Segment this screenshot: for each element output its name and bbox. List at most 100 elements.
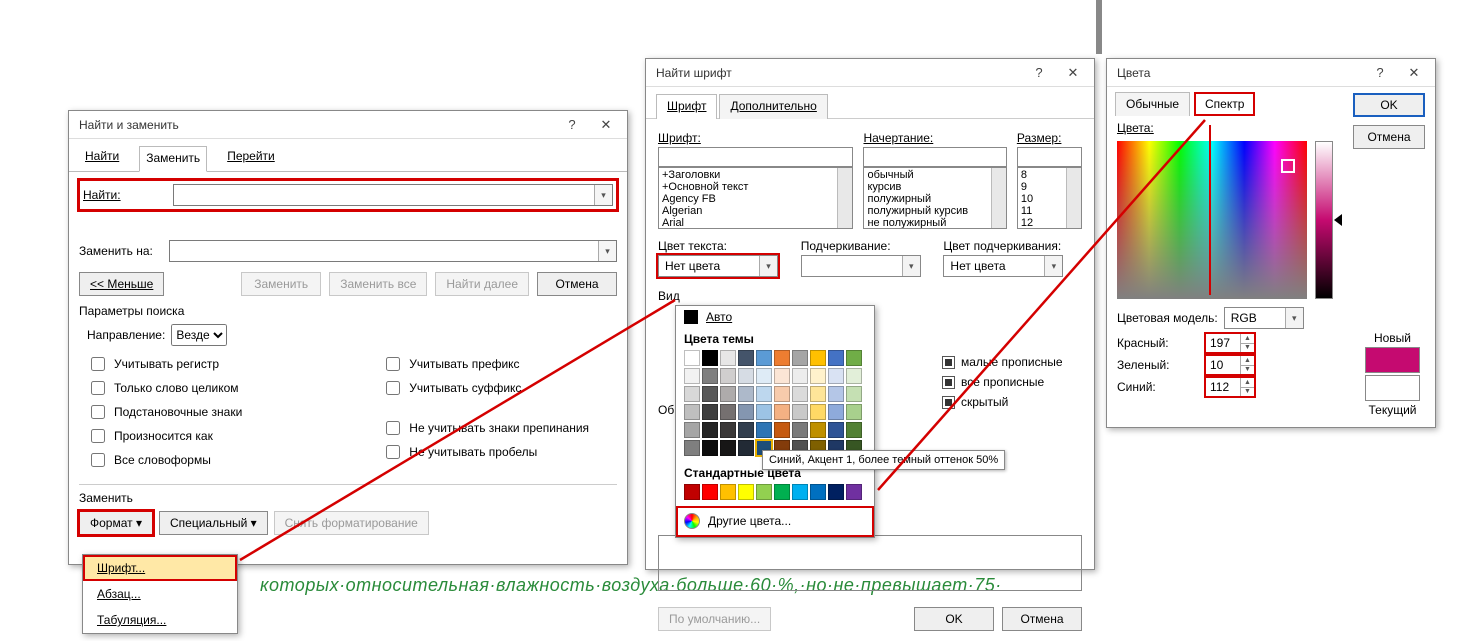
menu-item-paragraph[interactable]: Абзац... — [83, 581, 237, 607]
textcolor-select[interactable]: Нет цвета ▾ — [658, 255, 778, 277]
tab-normal[interactable]: Обычные — [1115, 92, 1190, 116]
menu-item-tab[interactable]: Табуляция... — [83, 607, 237, 633]
blue-input[interactable]: 112▲▼ — [1205, 377, 1255, 397]
auto-color-row[interactable]: Авто — [676, 306, 874, 328]
color-swatch[interactable] — [738, 404, 754, 420]
chevron-down-icon[interactable]: ▾ — [902, 256, 920, 276]
color-swatch[interactable] — [756, 350, 772, 366]
find-next-button[interactable]: Найти далее — [435, 272, 529, 296]
color-swatch[interactable] — [792, 368, 808, 384]
color-swatch[interactable] — [792, 404, 808, 420]
chk-allcaps[interactable]: все прописные — [942, 375, 1044, 389]
spectrum-cursor[interactable] — [1281, 159, 1295, 173]
color-swatch[interactable] — [738, 422, 754, 438]
color-swatch[interactable] — [828, 484, 844, 500]
color-swatch[interactable] — [720, 440, 736, 456]
color-swatch[interactable] — [828, 422, 844, 438]
cancel-button[interactable]: Отмена — [1002, 607, 1082, 631]
close-icon[interactable]: ✕ — [1397, 62, 1431, 84]
chk-forms[interactable]: Все словоформы — [87, 450, 242, 470]
replace-button[interactable]: Заменить — [241, 272, 321, 296]
font-list[interactable]: +Заголовки+Основной текстAgency FBAlgeri… — [658, 167, 853, 229]
color-swatch[interactable] — [702, 368, 718, 384]
color-swatch[interactable] — [792, 350, 808, 366]
tab-advanced[interactable]: Дополнительно — [719, 94, 827, 119]
color-swatch[interactable] — [720, 404, 736, 420]
default-button[interactable]: По умолчанию... — [658, 607, 771, 631]
help-icon[interactable]: ? — [1022, 62, 1056, 84]
color-swatch[interactable] — [774, 484, 790, 500]
tab-replace[interactable]: Заменить — [139, 146, 207, 172]
cancel-button[interactable]: Отмена — [1353, 125, 1425, 149]
color-swatch[interactable] — [828, 368, 844, 384]
find-input[interactable]: ▾ — [173, 184, 613, 206]
chk-space[interactable]: Не учитывать пробелы — [382, 442, 589, 462]
chevron-down-icon[interactable]: ▾ — [1044, 256, 1062, 276]
color-swatch[interactable] — [720, 350, 736, 366]
color-swatch[interactable] — [720, 386, 736, 402]
color-swatch[interactable] — [774, 386, 790, 402]
color-swatch[interactable] — [774, 422, 790, 438]
color-swatch[interactable] — [702, 386, 718, 402]
color-swatch[interactable] — [702, 440, 718, 456]
color-swatch[interactable] — [828, 350, 844, 366]
special-button[interactable]: Специальный ▾ — [159, 511, 268, 535]
color-swatch[interactable] — [774, 368, 790, 384]
color-swatch[interactable] — [756, 386, 772, 402]
size-input[interactable] — [1017, 147, 1082, 167]
color-swatch[interactable] — [738, 350, 754, 366]
ok-button[interactable]: OK — [914, 607, 994, 631]
color-swatch[interactable] — [828, 386, 844, 402]
direction-select[interactable]: Везде — [171, 324, 227, 346]
chevron-down-icon[interactable]: ▾ — [759, 256, 777, 276]
color-swatch[interactable] — [810, 404, 826, 420]
green-input[interactable]: 10▲▼ — [1205, 355, 1255, 375]
size-list[interactable]: 89101112 — [1017, 167, 1082, 229]
color-swatch[interactable] — [684, 386, 700, 402]
color-swatch[interactable] — [702, 350, 718, 366]
help-icon[interactable]: ? — [1363, 62, 1397, 84]
color-swatch[interactable] — [846, 368, 862, 384]
chk-whole[interactable]: Только слово целиком — [87, 378, 242, 398]
model-select[interactable]: RGB ▾ — [1224, 307, 1304, 329]
color-swatch[interactable] — [810, 350, 826, 366]
color-swatch[interactable] — [684, 368, 700, 384]
color-swatch[interactable] — [810, 386, 826, 402]
color-swatch[interactable] — [720, 422, 736, 438]
color-swatch[interactable] — [702, 422, 718, 438]
color-swatch[interactable] — [828, 404, 844, 420]
close-icon[interactable]: ✕ — [589, 114, 623, 136]
close-icon[interactable]: ✕ — [1056, 62, 1090, 84]
color-swatch[interactable] — [684, 484, 700, 500]
replace-all-button[interactable]: Заменить все — [329, 272, 427, 296]
value-pointer-icon[interactable] — [1334, 214, 1342, 226]
color-swatch[interactable] — [846, 350, 862, 366]
clear-format-button[interactable]: Снять форматирование — [274, 511, 429, 535]
chk-wildcard[interactable]: Подстановочные знаки — [87, 402, 242, 422]
ok-button[interactable]: OK — [1353, 93, 1425, 117]
color-swatch[interactable] — [684, 422, 700, 438]
color-swatch[interactable] — [684, 404, 700, 420]
replace-input[interactable]: ▾ — [169, 240, 617, 262]
color-swatch[interactable] — [756, 404, 772, 420]
chk-case[interactable]: Учитывать регистр — [87, 354, 242, 374]
style-input[interactable] — [863, 147, 1006, 167]
ulcolor-select[interactable]: Нет цвета ▾ — [943, 255, 1063, 277]
color-swatch[interactable] — [792, 422, 808, 438]
color-swatch[interactable] — [792, 484, 808, 500]
tab-goto[interactable]: Перейти — [221, 145, 281, 171]
color-swatch[interactable] — [720, 484, 736, 500]
tab-find[interactable]: Найти — [79, 145, 125, 171]
color-swatch[interactable] — [738, 440, 754, 456]
color-swatch[interactable] — [738, 386, 754, 402]
color-swatch[interactable] — [756, 422, 772, 438]
color-swatch[interactable] — [738, 368, 754, 384]
color-swatch[interactable] — [720, 368, 736, 384]
red-input[interactable]: 197▲▼ — [1205, 333, 1255, 353]
chevron-down-icon[interactable]: ▾ — [598, 241, 616, 261]
value-slider[interactable] — [1315, 141, 1333, 299]
color-swatch[interactable] — [846, 386, 862, 402]
color-swatch[interactable] — [846, 484, 862, 500]
color-swatch[interactable] — [756, 484, 772, 500]
format-button[interactable]: Формат ▾ — [79, 511, 153, 535]
